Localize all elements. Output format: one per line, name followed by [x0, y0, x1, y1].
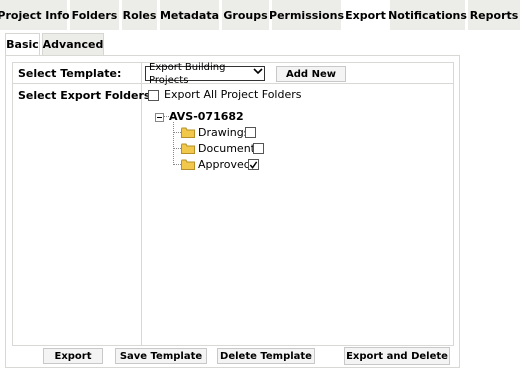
- select-template-label: Select Template:: [18, 67, 122, 80]
- folder-icon: [181, 143, 195, 154]
- tree-connector: [173, 122, 174, 165]
- tab-folders[interactable]: Folders: [70, 0, 122, 30]
- tab-basic[interactable]: Basic: [5, 33, 40, 55]
- save-template-button[interactable]: Save Template: [115, 348, 207, 364]
- folder-checkbox[interactable]: [253, 143, 264, 154]
- folder-name[interactable]: Drawings: [198, 126, 249, 139]
- tree-connector: [173, 164, 181, 165]
- folder-checkbox[interactable]: [245, 127, 256, 138]
- export-all-label: Export All Project Folders: [164, 88, 302, 101]
- export-all-checkbox[interactable]: [148, 90, 159, 101]
- export-button[interactable]: Export: [43, 348, 103, 364]
- folders-row: Select Export Folders: Export All Projec…: [12, 84, 454, 346]
- tree-collapse-icon[interactable]: [155, 112, 164, 122]
- column-divider: [141, 63, 142, 83]
- export-panel: Select Template: Export Building Project…: [5, 55, 460, 368]
- chevron-down-icon: [252, 67, 264, 80]
- sub-tab-bar: Basic Advanced: [5, 33, 106, 55]
- tab-advanced[interactable]: Advanced: [42, 33, 104, 55]
- tab-reports[interactable]: Reports: [468, 0, 523, 30]
- add-new-button[interactable]: Add New: [276, 66, 346, 82]
- tree-connector: [173, 132, 181, 133]
- column-divider: [141, 84, 142, 345]
- tree-root-label[interactable]: AVS-071682: [169, 110, 244, 123]
- tab-permissions[interactable]: Permissions: [269, 0, 344, 30]
- checkmark-icon: [249, 160, 258, 169]
- template-row: Select Template: Export Building Project…: [12, 62, 454, 86]
- template-select-value: Export Building Projects: [149, 61, 226, 86]
- tab-project-info[interactable]: Project Info: [0, 0, 70, 30]
- folder-name[interactable]: Documents: [198, 142, 261, 155]
- tab-metadata[interactable]: Metadata: [160, 0, 222, 30]
- action-bar: Export Save Template Delete Template Exp…: [12, 347, 454, 365]
- tab-groups[interactable]: Groups: [222, 0, 272, 30]
- delete-template-button[interactable]: Delete Template: [217, 348, 315, 364]
- folder-icon: [181, 159, 195, 170]
- tab-roles[interactable]: Roles: [122, 0, 160, 30]
- tab-export[interactable]: Export: [344, 0, 390, 30]
- folder-name[interactable]: Approved: [198, 158, 251, 171]
- tab-notifications[interactable]: Notifications: [388, 0, 468, 30]
- folder-icon: [181, 127, 195, 138]
- top-tab-bar: Project Info Folders Roles Metadata Grou…: [0, 0, 523, 30]
- tree-connector: [173, 148, 181, 149]
- template-select[interactable]: Export Building Projects: [145, 62, 265, 86]
- folder-checkbox[interactable]: [248, 159, 259, 170]
- select-export-folders-label: Select Export Folders:: [18, 89, 155, 102]
- export-and-delete-button[interactable]: Export and Delete: [344, 347, 450, 365]
